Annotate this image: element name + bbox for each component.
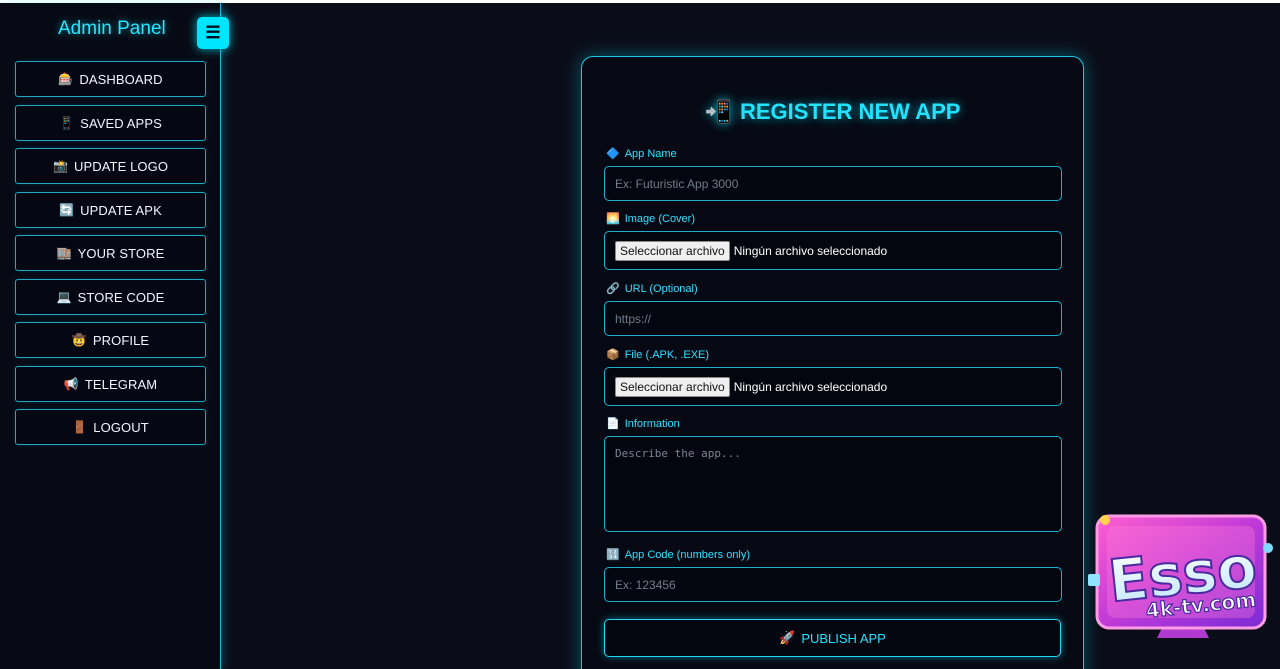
apk-file-status: Ningún archivo seleccionado [733,379,888,394]
door-icon: 🚪 [72,420,88,434]
file-label-text: File (.APK, .EXE) [624,348,710,361]
sidebar: Admin Panel ☰ 🎰 DASHBOARD 📱 SAVED APPS 📸… [0,3,229,669]
menu-toggle-button[interactable]: ☰ [197,17,229,49]
nav-profile-button[interactable]: 🤠 PROFILE [15,322,206,358]
apk-select-file-button[interactable]: Seleccionar archivo [615,376,730,397]
nav-store-code-button[interactable]: 💻 STORE CODE [15,279,206,315]
information-label-text: Information [624,417,680,430]
nav-update-apk-button[interactable]: 🔄 UPDATE APK [15,192,206,228]
nav-label: DASHBOARD [79,71,163,87]
app-code-input[interactable] [604,567,1062,602]
diamond-icon: 🔷 [606,148,620,160]
url-input[interactable] [604,301,1062,336]
app-name-label: 🔷 App Name [606,147,677,161]
image-icon: 🌅 [606,213,620,225]
form-title: 📲 REGISTER NEW APP [582,99,1083,125]
document-icon: 📄 [606,418,620,430]
url-label: 🔗 URL (Optional) [606,282,698,296]
app-code-label: 🔢 App Code (numbers only) [606,548,751,562]
nav-dashboard-button[interactable]: 🎰 DASHBOARD [15,61,206,97]
hamburger-icon: ☰ [205,23,221,42]
rocket-icon: 🚀 [779,630,796,645]
register-app-form: 📲 REGISTER NEW APP 🔷 App Name 🌅 Image (Cove… [581,56,1084,669]
image-label-text: Image (Cover) [624,212,695,225]
information-textarea[interactable] [604,436,1062,532]
dashboard-icon: 🎰 [58,72,74,86]
apk-file-input[interactable]: Seleccionar archivo Ningún archivo selec… [604,367,1062,406]
nav-label: YOUR STORE [77,245,165,261]
app-code-label-text: App Code (numbers only) [624,548,751,561]
app-name-label-text: App Name [624,147,677,160]
nav-label: TELEGRAM [84,376,158,392]
nav-update-logo-button[interactable]: 📸 UPDATE LOGO [15,148,206,184]
nav-label: STORE CODE [77,289,165,305]
refresh-icon: 🔄 [59,203,75,217]
publish-app-label: PUBLISH APP [801,630,886,646]
esso-4k-tv-logo: Esso 4k-tv.com [1085,508,1280,643]
publish-app-button[interactable]: 🚀 PUBLISH APP [604,619,1061,657]
sidebar-title: Admin Panel [58,18,166,39]
image-file-input[interactable]: Seleccionar archivo Ningún archivo selec… [604,231,1062,270]
information-label: 📄 Information [606,417,680,431]
package-icon: 📦 [606,349,620,361]
camera-icon: 📸 [52,159,68,173]
store-icon: 🏬 [56,246,72,260]
file-label: 📦 File (.APK, .EXE) [606,348,710,362]
image-select-file-button[interactable]: Seleccionar archivo [615,240,730,261]
numbers-icon: 🔢 [606,549,620,561]
url-label-text: URL (Optional) [624,282,698,295]
nav-label: PROFILE [92,332,150,348]
megaphone-icon: 📢 [63,377,79,391]
laptop-icon: 💻 [56,290,72,304]
nav-logout-button[interactable]: 🚪 LOGOUT [15,409,206,445]
mobile-arrow-icon: 📲 [704,99,732,124]
image-file-status: Ningún archivo seleccionado [733,243,888,258]
app-name-input[interactable] [604,166,1062,201]
form-title-text: REGISTER NEW APP [739,99,961,124]
nav-your-store-button[interactable]: 🏬 YOUR STORE [15,235,206,271]
nav-label: UPDATE LOGO [74,158,169,174]
nav-telegram-button[interactable]: 📢 TELEGRAM [15,366,206,402]
nav-label: LOGOUT [93,419,149,435]
nav-saved-apps-button[interactable]: 📱 SAVED APPS [15,105,206,141]
nav-label: SAVED APPS [80,115,162,131]
cowboy-face-icon: 🤠 [71,333,87,347]
link-icon: 🔗 [606,283,620,295]
phone-icon: 📱 [59,116,75,130]
tv-logo-graphic: Esso 4k-tv.com [1088,514,1273,638]
image-label: 🌅 Image (Cover) [606,212,695,226]
nav-label: UPDATE APK [80,202,162,218]
